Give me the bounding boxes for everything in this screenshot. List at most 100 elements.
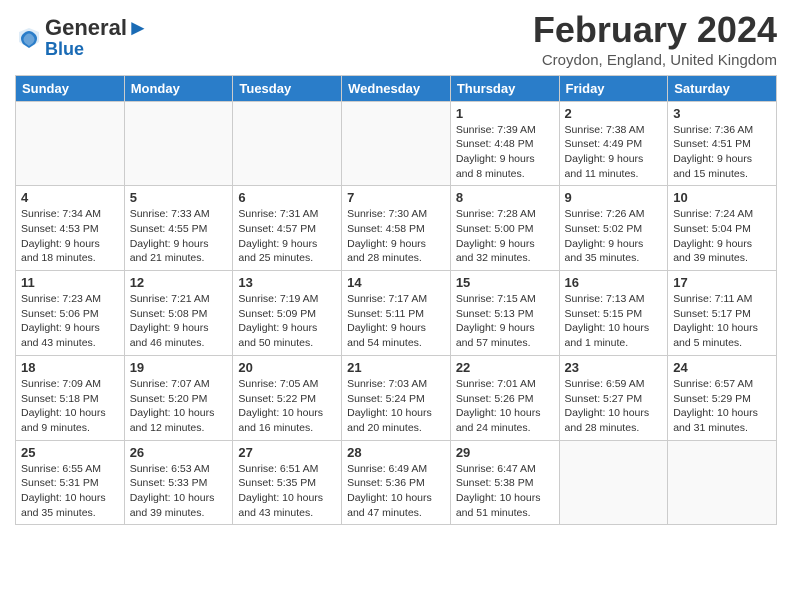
calendar-cell: 22 Sunrise: 7:01 AM Sunset: 5:26 PM Dayli… bbox=[450, 355, 559, 440]
day-number: 7 bbox=[347, 190, 445, 205]
day-number: 29 bbox=[456, 445, 554, 460]
calendar-cell: 18 Sunrise: 7:09 AM Sunset: 5:18 PM Dayli… bbox=[16, 355, 125, 440]
calendar-cell: 28Sunrise: 6:49 AM Sunset: 5:36 PM Dayli… bbox=[342, 440, 451, 525]
logo-blue: ► bbox=[127, 15, 149, 40]
logo: General► Blue bbox=[15, 16, 149, 60]
calendar-cell: 14 Sunrise: 7:17 AM Sunset: 5:11 PM Dayli… bbox=[342, 271, 451, 356]
day-number: 25 bbox=[21, 445, 119, 460]
month-title: February 2024 bbox=[533, 10, 777, 50]
calendar-cell: 13 Sunrise: 7:19 AM Sunset: 5:09 PM Dayli… bbox=[233, 271, 342, 356]
calendar-cell bbox=[668, 440, 777, 525]
day-number: 21 bbox=[347, 360, 445, 375]
col-header-sunday: Sunday bbox=[16, 75, 125, 101]
calendar-cell: 12 Sunrise: 7:21 AM Sunset: 5:08 PM Dayli… bbox=[124, 271, 233, 356]
logo-text-block: General► Blue bbox=[45, 16, 149, 60]
day-number: 27 bbox=[238, 445, 336, 460]
day-info: Sunrise: 7:17 AM Sunset: 5:11 PM Dayligh… bbox=[347, 292, 445, 351]
day-number: 22 bbox=[456, 360, 554, 375]
day-info: Sunrise: 7:09 AM Sunset: 5:18 PM Dayligh… bbox=[21, 377, 119, 436]
day-info: Sunrise: 7:39 AM Sunset: 4:48 PM Dayligh… bbox=[456, 123, 554, 182]
col-header-friday: Friday bbox=[559, 75, 668, 101]
day-info: Sunrise: 7:13 AM Sunset: 5:15 PM Dayligh… bbox=[565, 292, 663, 351]
calendar-week-row: 25 Sunrise: 6:55 AM Sunset: 5:31 PM Dayli… bbox=[16, 440, 777, 525]
logo-blue-text: Blue bbox=[45, 40, 149, 60]
day-info: Sunrise: 7:33 AM Sunset: 4:55 PM Dayligh… bbox=[130, 207, 228, 266]
calendar-cell: 17 Sunrise: 7:11 AM Sunset: 5:17 PM Dayli… bbox=[668, 271, 777, 356]
calendar-cell bbox=[124, 101, 233, 186]
day-number: 26 bbox=[130, 445, 228, 460]
calendar-cell: 21 Sunrise: 7:03 AM Sunset: 5:24 PM Dayli… bbox=[342, 355, 451, 440]
calendar-cell bbox=[559, 440, 668, 525]
day-number: 17 bbox=[673, 275, 771, 290]
day-info: Sunrise: 6:55 AM Sunset: 5:31 PM Dayligh… bbox=[21, 462, 119, 521]
col-header-wednesday: Wednesday bbox=[342, 75, 451, 101]
calendar-week-row: 4 Sunrise: 7:34 AM Sunset: 4:53 PM Daylig… bbox=[16, 186, 777, 271]
calendar-cell: 11Sunrise: 7:23 AM Sunset: 5:06 PM Dayli… bbox=[16, 271, 125, 356]
logo-general: General bbox=[45, 15, 127, 40]
day-number: 4 bbox=[21, 190, 119, 205]
location-subtitle: Croydon, England, United Kingdom bbox=[533, 52, 777, 69]
day-number: 13 bbox=[238, 275, 336, 290]
day-info: Sunrise: 6:57 AM Sunset: 5:29 PM Dayligh… bbox=[673, 377, 771, 436]
day-number: 9 bbox=[565, 190, 663, 205]
calendar-week-row: 11Sunrise: 7:23 AM Sunset: 5:06 PM Dayli… bbox=[16, 271, 777, 356]
day-info: Sunrise: 7:07 AM Sunset: 5:20 PM Dayligh… bbox=[130, 377, 228, 436]
calendar-cell: 26 Sunrise: 6:53 AM Sunset: 5:33 PM Dayli… bbox=[124, 440, 233, 525]
day-number: 23 bbox=[565, 360, 663, 375]
day-number: 19 bbox=[130, 360, 228, 375]
day-number: 3 bbox=[673, 106, 771, 121]
day-number: 8 bbox=[456, 190, 554, 205]
day-info: Sunrise: 7:15 AM Sunset: 5:13 PM Dayligh… bbox=[456, 292, 554, 351]
calendar-cell: 10 Sunrise: 7:24 AM Sunset: 5:04 PM Dayli… bbox=[668, 186, 777, 271]
calendar-cell: 5 Sunrise: 7:33 AM Sunset: 4:55 PM Daylig… bbox=[124, 186, 233, 271]
calendar-cell: 9 Sunrise: 7:26 AM Sunset: 5:02 PM Daylig… bbox=[559, 186, 668, 271]
calendar-cell: 16Sunrise: 7:13 AM Sunset: 5:15 PM Dayli… bbox=[559, 271, 668, 356]
day-info: Sunrise: 7:03 AM Sunset: 5:24 PM Dayligh… bbox=[347, 377, 445, 436]
day-info: Sunrise: 7:23 AM Sunset: 5:06 PM Dayligh… bbox=[21, 292, 119, 351]
calendar-cell: 4 Sunrise: 7:34 AM Sunset: 4:53 PM Daylig… bbox=[16, 186, 125, 271]
day-info: Sunrise: 6:53 AM Sunset: 5:33 PM Dayligh… bbox=[130, 462, 228, 521]
calendar-week-row: 1 Sunrise: 7:39 AM Sunset: 4:48 PM Daylig… bbox=[16, 101, 777, 186]
day-info: Sunrise: 7:19 AM Sunset: 5:09 PM Dayligh… bbox=[238, 292, 336, 351]
day-info: Sunrise: 7:24 AM Sunset: 5:04 PM Dayligh… bbox=[673, 207, 771, 266]
calendar-cell: 15 Sunrise: 7:15 AM Sunset: 5:13 PM Dayli… bbox=[450, 271, 559, 356]
day-info: Sunrise: 7:01 AM Sunset: 5:26 PM Dayligh… bbox=[456, 377, 554, 436]
day-info: Sunrise: 6:51 AM Sunset: 5:35 PM Dayligh… bbox=[238, 462, 336, 521]
day-number: 28 bbox=[347, 445, 445, 460]
day-info: Sunrise: 7:11 AM Sunset: 5:17 PM Dayligh… bbox=[673, 292, 771, 351]
calendar-week-row: 18 Sunrise: 7:09 AM Sunset: 5:18 PM Dayli… bbox=[16, 355, 777, 440]
logo-icon bbox=[15, 24, 43, 52]
day-info: Sunrise: 7:30 AM Sunset: 4:58 PM Dayligh… bbox=[347, 207, 445, 266]
day-info: Sunrise: 6:59 AM Sunset: 5:27 PM Dayligh… bbox=[565, 377, 663, 436]
calendar-cell: 25 Sunrise: 6:55 AM Sunset: 5:31 PM Dayli… bbox=[16, 440, 125, 525]
title-area: February 2024 Croydon, England, United K… bbox=[533, 10, 777, 69]
day-info: Sunrise: 7:34 AM Sunset: 4:53 PM Dayligh… bbox=[21, 207, 119, 266]
calendar-table: SundayMondayTuesdayWednesdayThursdayFrid… bbox=[15, 75, 777, 526]
calendar-cell bbox=[16, 101, 125, 186]
day-number: 14 bbox=[347, 275, 445, 290]
day-info: Sunrise: 7:31 AM Sunset: 4:57 PM Dayligh… bbox=[238, 207, 336, 266]
day-info: Sunrise: 7:26 AM Sunset: 5:02 PM Dayligh… bbox=[565, 207, 663, 266]
day-number: 6 bbox=[238, 190, 336, 205]
col-header-saturday: Saturday bbox=[668, 75, 777, 101]
day-number: 1 bbox=[456, 106, 554, 121]
col-header-tuesday: Tuesday bbox=[233, 75, 342, 101]
day-number: 15 bbox=[456, 275, 554, 290]
calendar-cell: 27 Sunrise: 6:51 AM Sunset: 5:35 PM Dayli… bbox=[233, 440, 342, 525]
col-header-monday: Monday bbox=[124, 75, 233, 101]
day-number: 18 bbox=[21, 360, 119, 375]
day-number: 12 bbox=[130, 275, 228, 290]
day-number: 10 bbox=[673, 190, 771, 205]
day-info: Sunrise: 7:28 AM Sunset: 5:00 PM Dayligh… bbox=[456, 207, 554, 266]
day-number: 5 bbox=[130, 190, 228, 205]
calendar-cell: 1 Sunrise: 7:39 AM Sunset: 4:48 PM Daylig… bbox=[450, 101, 559, 186]
day-info: Sunrise: 6:47 AM Sunset: 5:38 PM Dayligh… bbox=[456, 462, 554, 521]
calendar-header-row: SundayMondayTuesdayWednesdayThursdayFrid… bbox=[16, 75, 777, 101]
calendar-cell: 20Sunrise: 7:05 AM Sunset: 5:22 PM Dayli… bbox=[233, 355, 342, 440]
calendar-cell bbox=[342, 101, 451, 186]
calendar-cell: 24 Sunrise: 6:57 AM Sunset: 5:29 PM Dayli… bbox=[668, 355, 777, 440]
day-info: Sunrise: 7:36 AM Sunset: 4:51 PM Dayligh… bbox=[673, 123, 771, 182]
day-info: Sunrise: 7:21 AM Sunset: 5:08 PM Dayligh… bbox=[130, 292, 228, 351]
day-number: 24 bbox=[673, 360, 771, 375]
page-header: General► Blue February 2024 Croydon, Eng… bbox=[15, 10, 777, 69]
